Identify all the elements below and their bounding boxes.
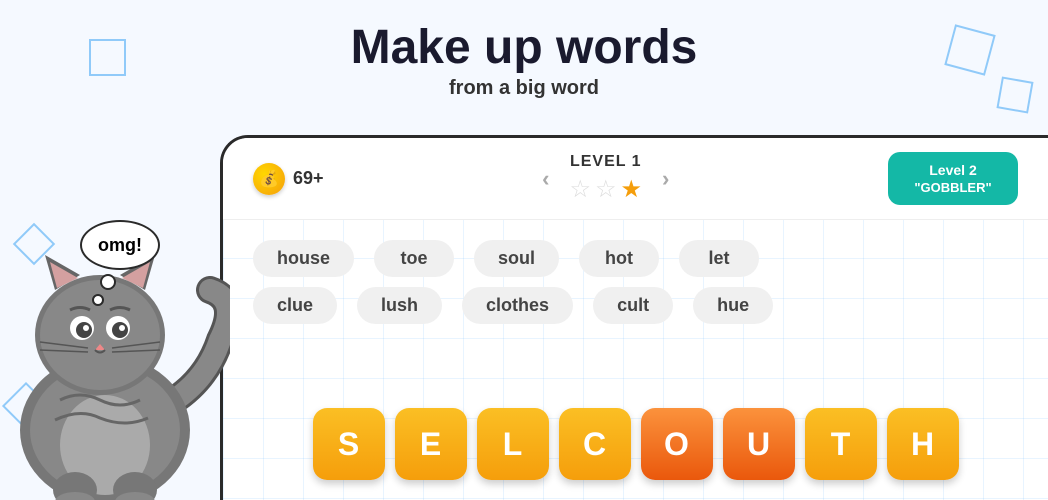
coins-area: 💰 69+ [253, 163, 324, 195]
tile-c[interactable]: C [559, 408, 631, 480]
star-1: ☆ [570, 175, 592, 204]
word-clothes[interactable]: clothes [462, 287, 573, 324]
tile-l[interactable]: L [477, 408, 549, 480]
tiles-area: S E L C O U T H [313, 408, 959, 480]
word-hot[interactable]: hot [579, 240, 659, 277]
words-area: house toe soul hot let clue lush clothes… [223, 220, 1048, 344]
word-hue[interactable]: hue [693, 287, 773, 324]
prev-level-button[interactable]: ‹ [542, 166, 549, 192]
next-level-label: Level 2 [908, 162, 998, 178]
title-area: Make up words from a big word [0, 20, 1048, 100]
tile-h[interactable]: H [887, 408, 959, 480]
cat-container: omg! [0, 140, 230, 500]
words-row-2: clue lush clothes cult hue [253, 287, 1018, 324]
tile-e[interactable]: E [395, 408, 467, 480]
coin-icon: 💰 [253, 163, 285, 195]
star-3: ★ [621, 175, 643, 204]
level-next-card[interactable]: Level 2 "GOBBLER" [888, 152, 1018, 205]
game-panel: 💰 69+ ‹ LEVEL 1 ☆ ☆ ★ › Level 2 "GOBBLER… [220, 135, 1048, 500]
word-let[interactable]: let [679, 240, 759, 277]
word-toe[interactable]: toe [374, 240, 454, 277]
word-house[interactable]: house [253, 240, 354, 277]
sub-title: from a big word [0, 77, 1048, 100]
tile-o[interactable]: O [641, 408, 713, 480]
words-row-1: house toe soul hot let [253, 240, 1018, 277]
tile-u[interactable]: U [723, 408, 795, 480]
word-cult[interactable]: cult [593, 287, 673, 324]
speech-bubble: omg! [80, 220, 160, 270]
next-level-name: "GOBBLER" [908, 180, 998, 195]
panel-header: 💰 69+ ‹ LEVEL 1 ☆ ☆ ★ › Level 2 "GOBBLER… [223, 138, 1048, 220]
word-lush[interactable]: lush [357, 287, 442, 324]
tile-t[interactable]: T [805, 408, 877, 480]
word-soul[interactable]: soul [474, 240, 559, 277]
word-clue[interactable]: clue [253, 287, 337, 324]
tile-s[interactable]: S [313, 408, 385, 480]
level-center: LEVEL 1 ☆ ☆ ★ [570, 153, 643, 204]
level-label: LEVEL 1 [570, 153, 643, 171]
main-title: Make up words [0, 20, 1048, 75]
stars-row: ☆ ☆ ★ [570, 175, 643, 204]
next-level-button[interactable]: › [662, 166, 669, 192]
coin-count: 69+ [293, 168, 324, 189]
star-2: ☆ [595, 175, 617, 204]
